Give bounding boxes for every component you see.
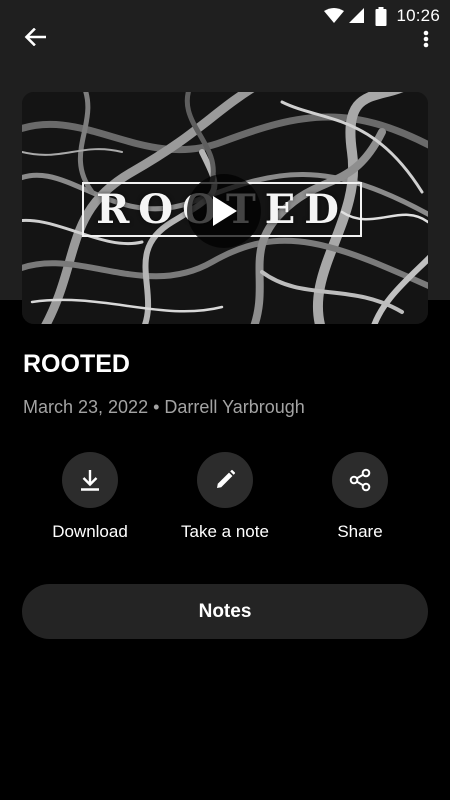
battery-icon (375, 6, 387, 26)
sermon-title: ROOTED (23, 350, 130, 378)
play-button[interactable] (187, 174, 261, 248)
sermon-meta: March 23, 2022 • Darrell Yarbrough (23, 397, 305, 417)
notes-button[interactable]: Notes (22, 584, 428, 639)
download-button[interactable]: Download (25, 452, 155, 552)
back-button[interactable] (17, 22, 53, 52)
take-note-circle (197, 452, 253, 508)
download-icon (81, 470, 99, 491)
more-vert-icon (423, 30, 429, 48)
more-options-button[interactable] (414, 22, 438, 56)
arrow-left-icon (24, 28, 46, 46)
download-label: Download (52, 522, 128, 541)
share-circle (332, 452, 388, 508)
share-label: Share (337, 522, 383, 541)
take-note-label: Take a note (181, 522, 269, 541)
download-circle (62, 452, 118, 508)
share-button[interactable]: Share (295, 452, 425, 552)
take-note-button[interactable]: Take a note (160, 452, 290, 552)
play-icon (213, 196, 237, 226)
share-icon (349, 468, 371, 492)
sermon-detail-screen: 10:26 ROOTED March 23, 2022 • Darrell Ya… (0, 0, 450, 800)
status-bar: 10:26 (0, 0, 450, 32)
pencil-icon (217, 469, 236, 488)
video-player[interactable]: ROOTED (22, 92, 428, 324)
wifi-icon (324, 8, 345, 23)
cell-signal-icon (349, 8, 365, 23)
